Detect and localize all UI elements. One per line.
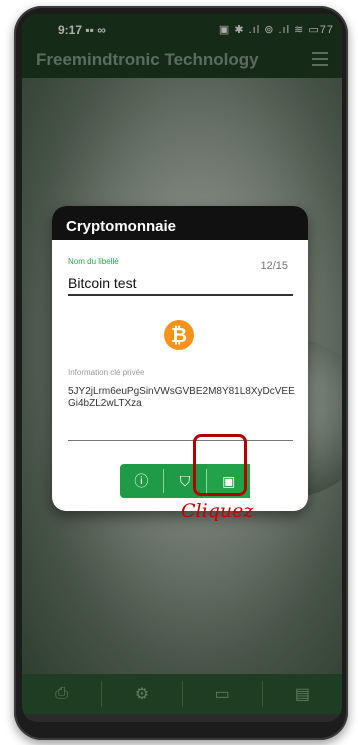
crypto-dialog: Cryptomonnaie Nom du libellé 12/15 ₿ Inf… [52, 206, 308, 511]
private-key-underline [68, 440, 293, 441]
private-key-label: Information clé privée [68, 368, 145, 377]
name-label: Nom du libellé [68, 257, 119, 266]
devices-icon[interactable]: ▭ [183, 681, 263, 707]
system-navigation-bar [22, 714, 342, 722]
bottom-navigation: ⎙ ⚙ ▭ ▤ [22, 674, 342, 714]
info-button[interactable]: ⓘ [120, 464, 163, 498]
gear-icon[interactable]: ⚙ [102, 681, 183, 707]
dialog-title: Cryptomonnaie [52, 206, 308, 240]
bitcoin-icon: ₿ [164, 320, 194, 350]
highlight-box [193, 434, 247, 496]
private-key-field[interactable]: 5JY2jLrm6euPgSinVWsGVBE2M8Y81L8XyDcVEEGi… [68, 386, 298, 410]
name-input[interactable] [68, 272, 293, 296]
printer-icon[interactable]: ⎙ [22, 681, 103, 707]
info-icon: ⓘ [134, 473, 149, 489]
phone-screen: 9:17 ▪▪ ∞ ▣ ✱ .ıl ⊚ .ıl ≋ ▭77 Freemindtr… [22, 14, 342, 722]
document-search-icon[interactable]: ▤ [263, 681, 342, 707]
annotation-cliquez: Cliquez [181, 500, 254, 522]
shield-icon: ⛉ [179, 472, 191, 489]
char-counter: 12/15 [260, 260, 288, 272]
